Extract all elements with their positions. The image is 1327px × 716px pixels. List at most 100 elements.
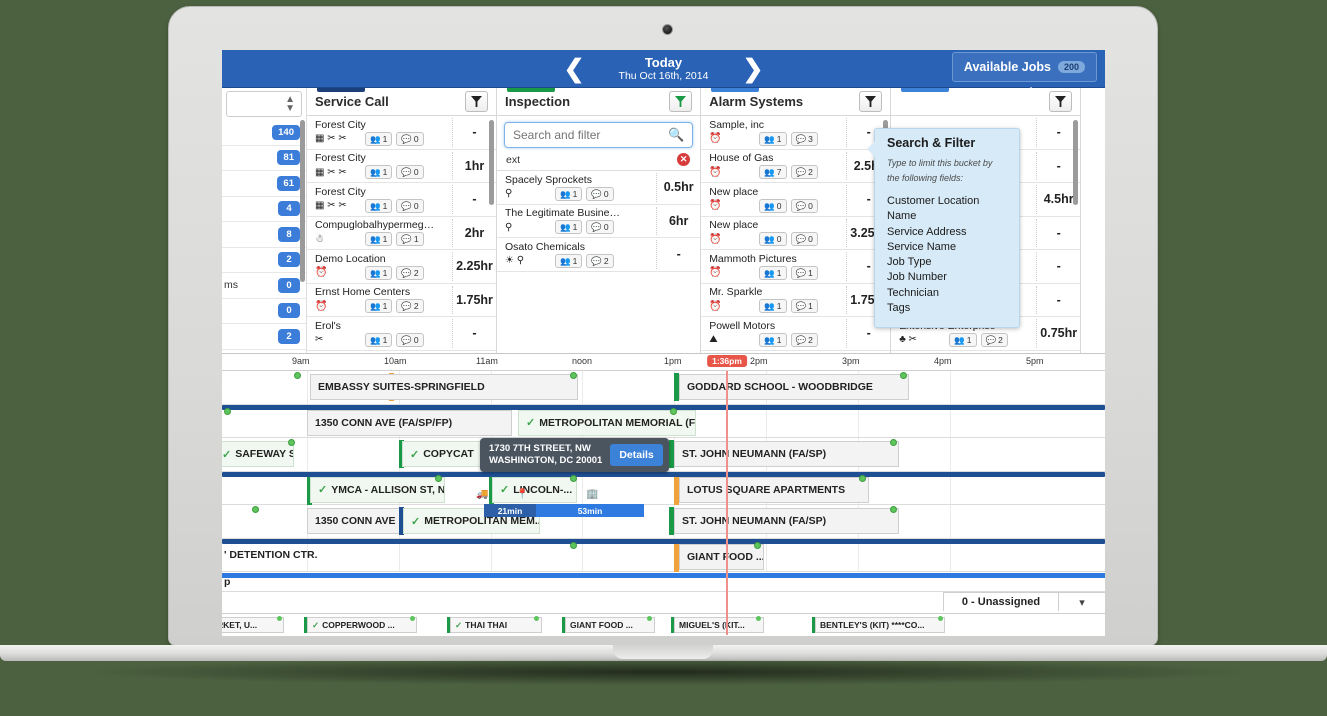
status-dot (890, 439, 897, 446)
job-row[interactable]: Powell Motors ⛰ 👥 1 💬 2- (701, 317, 891, 351)
search-input-wrapper[interactable]: 🔍 (504, 122, 694, 148)
status-dot (277, 616, 282, 621)
gantt-event[interactable]: EMBASSY SUITES-SPRINGFIELD (310, 374, 578, 400)
job-duration: 2hr (452, 218, 496, 247)
job-duration: 2.25hr (452, 252, 496, 281)
travel-segment[interactable]: 21min (484, 504, 536, 517)
sidebar-row[interactable]: 2 (222, 324, 306, 350)
today-label: Today (644, 54, 683, 70)
job-type-icons: ✂ (315, 334, 324, 346)
job-name: Mr. Sparkle (709, 286, 763, 299)
bucket-sidebar: ▲▼ 140 81 61 4 8 2 ms 0 0 2 0 (222, 88, 307, 353)
mini-event[interactable]: GIANT FOOD ... (565, 617, 655, 633)
gantt-event[interactable]: LOTUS SQUARE APARTMENTS (679, 476, 869, 503)
travel-segment[interactable]: 53min (536, 504, 644, 517)
filter-icon[interactable] (669, 91, 693, 112)
job-row[interactable]: Compuglobalhypermeganet ☃ 👥 1 💬 1 2hr (307, 217, 496, 250)
filter-icon[interactable] (1049, 91, 1073, 112)
sidebar-row[interactable]: 8 (222, 222, 306, 248)
stepper-icon[interactable]: ▲ ▼ (285, 95, 295, 114)
unassigned-selector[interactable]: 0 - Unassigned ▾ (943, 592, 1105, 611)
job-type-icons: ☀ ⚲ (505, 255, 525, 267)
job-row[interactable]: Demo Location ⏰ 👥 1 💬 2 2.25hr (307, 250, 496, 284)
job-row[interactable]: Forest City ▦ ✂ ✂ 👥 1 💬 0 1hr (307, 150, 496, 183)
event-label[interactable]: ' DETENTION CTR. (224, 549, 318, 561)
bucket-header: Service Call (307, 88, 496, 116)
event-label: 1350 CONN AVE (F (315, 515, 402, 527)
job-type-icons: ⏰ (315, 300, 328, 312)
sidebar-row[interactable]: 140 (222, 120, 306, 146)
sidebar-row[interactable]: 4 (222, 197, 306, 222)
mini-event[interactable]: ✓ THAI THAI (450, 617, 542, 633)
next-day-button[interactable]: ❯ (742, 56, 763, 82)
sidebar-row[interactable]: ms 0 (222, 273, 306, 299)
status-dot (570, 541, 577, 549)
sidebar-row-label: ms (224, 279, 238, 292)
sidebar-row-badge: 2 (278, 252, 300, 268)
event-label: ST. JOHN NEUMANN (FA/SP) (682, 515, 827, 527)
sidebar-scrollbar[interactable] (300, 120, 305, 282)
prev-day-button[interactable]: ❮ (564, 56, 585, 82)
bucket-scrollbar[interactable] (489, 120, 494, 205)
mini-event[interactable]: BENTLEY'S (KIT) ****CO... (815, 617, 945, 633)
gantt-event[interactable]: ST. JOHN NEUMANN (FA/SP) (674, 441, 899, 467)
clear-filter-icon[interactable]: ✕ (677, 153, 691, 166)
job-row[interactable]: New place ⏰ 👥 0 💬 0- (701, 183, 891, 217)
gantt-event[interactable]: GIANT FOOD ... (679, 543, 764, 570)
job-row[interactable]: New place ⏰ 👥 0 💬 0 3.25hr (701, 217, 891, 250)
gantt-event[interactable]: ST. JOHN NEUMANN (FA/SP) (674, 508, 899, 534)
gantt-event[interactable]: ✓ LINCOLN-... (492, 476, 577, 503)
sidebar-stepper-row[interactable]: ▲ ▼ (226, 91, 302, 117)
event-label: COPYCAT (423, 448, 474, 460)
gantt-event[interactable]: ✓ METROPOLITAN MEMORIAL (FA... (518, 409, 696, 436)
job-row[interactable]: House of Gas ⏰ 👥 7 💬 2 2.5hr (701, 150, 891, 183)
sidebar-row[interactable]: 81 (222, 146, 306, 171)
sidebar-row[interactable]: 61 (222, 171, 306, 197)
job-row[interactable]: Forest City ▦ ✂ ✂ 👥 1 💬 0- (307, 116, 496, 150)
gantt-event[interactable]: GODDARD SCHOOL - WOODBRIDGE (679, 374, 909, 400)
filter-icon[interactable] (465, 91, 488, 112)
event-label: METROPOLITAN MEMORIAL (FA... (539, 416, 696, 429)
mini-event[interactable]: RKET, U... (222, 617, 284, 633)
address-tooltip: 1730 7TH STREET, NW WASHINGTON, DC 20001… (480, 438, 669, 472)
gantt-event[interactable]: ✓SAFEWAY S... (222, 441, 294, 467)
bucket-scrollbar[interactable] (1073, 120, 1079, 205)
job-row[interactable]: Forest City ▦ ✂ ✂ 👥 1 💬 0- (307, 183, 496, 217)
job-row[interactable]: Mr. Sparkle ⏰ 👥 1 💬 1 1.75hr (701, 284, 891, 317)
tooltip-address-line1: 1730 7TH STREET, NW (489, 443, 591, 454)
gantt-event[interactable]: 1350 CONN AVE (FA/SP/FP) (307, 409, 512, 436)
search-icon[interactable]: 🔍 (668, 127, 684, 143)
search-input[interactable] (513, 128, 668, 142)
job-row[interactable]: Erol's ✂ 👥 1 💬 0 - (307, 317, 496, 351)
mini-event[interactable]: MIGUEL'S (KIT... (674, 617, 764, 633)
status-dot (534, 616, 539, 621)
bucket-header: Inspection (497, 88, 701, 116)
sidebar-row-badge: 0 (278, 277, 300, 293)
job-row[interactable]: Spacely Sprockets ⚲ 👥 1 💬 0 0.5hr (497, 171, 701, 205)
gantt-event[interactable]: 1350 CONN AVE (F (307, 508, 402, 534)
sidebar-row[interactable]: 2 (222, 248, 306, 273)
job-type-icons: ▦ ✂ ✂ (315, 133, 347, 145)
filter-icon[interactable] (859, 91, 883, 112)
app-screen: ❮ Today Thu Oct 16th, 2014 ❯ Available J… (222, 50, 1105, 636)
popup-field: Service Name (887, 240, 957, 253)
status-dot (224, 407, 231, 415)
job-row[interactable]: Osato Chemicals ☀ ⚲ 👥 1 💬 2 - (497, 238, 701, 272)
sidebar-row[interactable]: 0 (222, 299, 306, 324)
job-row[interactable]: Ernst Home Centers ⏰ 👥 1 💬 2 1.75hr (307, 284, 496, 317)
job-name: House of Gas (709, 152, 774, 165)
gantt-row: 1350 CONN AVE (F ✓ METROPOLITAN MEM... ST… (222, 505, 1105, 539)
chevron-down-icon[interactable]: ▾ (1059, 593, 1105, 611)
job-row[interactable]: The Legitimate Businessme...⚲ 👥1💬0 6hr (497, 205, 701, 238)
check-icon: ✓ (500, 484, 510, 496)
gantt-event[interactable]: ✓ YMCA - ALLISON ST, NE (310, 476, 445, 503)
building-icon: 🏢 (586, 488, 599, 500)
available-jobs-button[interactable]: Available Jobs 200 (951, 52, 1097, 82)
mini-event[interactable]: ✓ COPPERWOOD ... (307, 617, 417, 633)
job-name: Spacely Sprockets (505, 173, 592, 186)
available-jobs-pointer (1021, 87, 1041, 96)
job-row[interactable]: Mammoth Pictures ⏰ 👥 1 💬 1- (701, 250, 891, 284)
job-row[interactable]: Sample, inc ⏰ 👥 1 💬 3- (701, 116, 891, 150)
details-button[interactable]: Details (610, 444, 663, 466)
event-label: GIANT FOOD ... (570, 620, 633, 630)
